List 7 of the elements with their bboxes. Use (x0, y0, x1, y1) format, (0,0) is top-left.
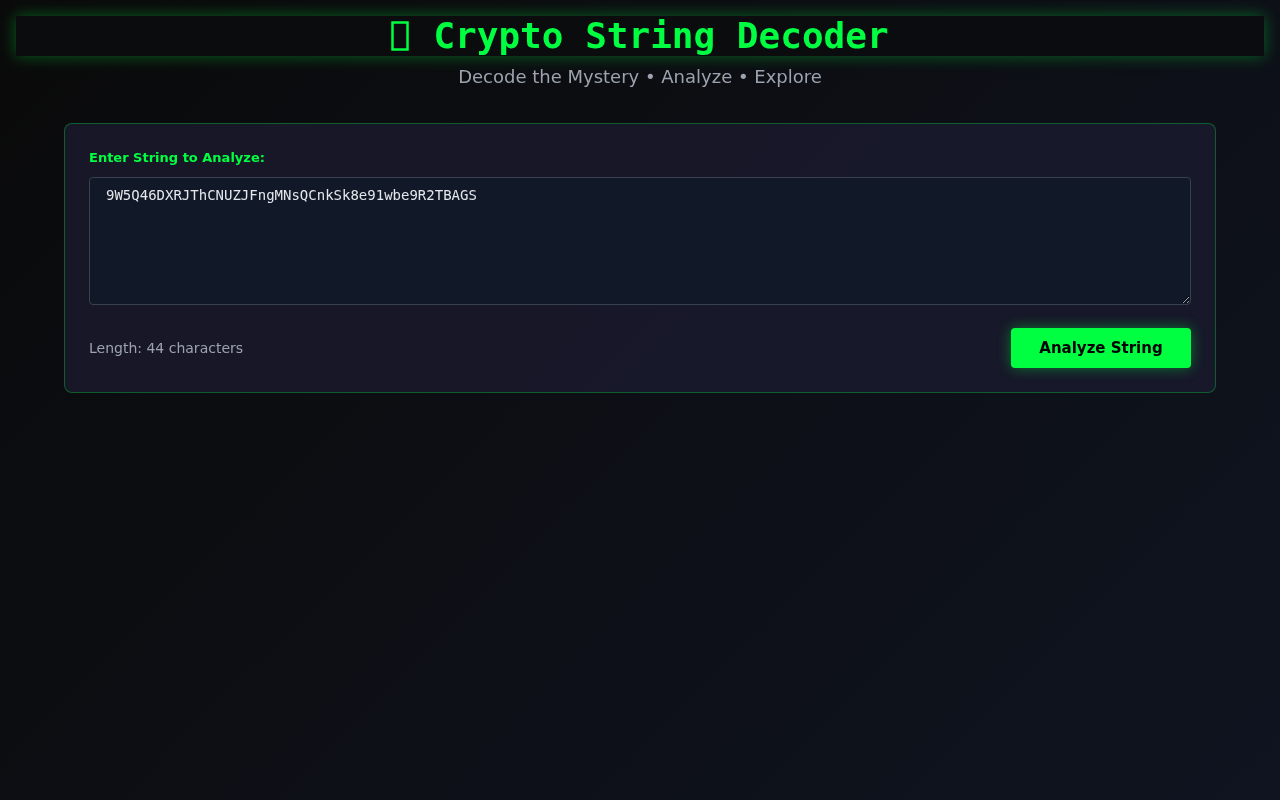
missing-glyph-icon (391, 21, 410, 51)
app-subtitle: Decode the Mystery • Analyze • Explore (457, 66, 823, 88)
string-input-field[interactable]: 9W5Q46DXRJThCNUZJFngMNsQCnkSk8e91wbe9R2TBAGS (89, 177, 1191, 305)
input-label: Enter String to Analyze: (89, 149, 266, 167)
analyze-button[interactable]: Analyze String (1011, 328, 1191, 368)
length-text: Length: 44 characters (89, 340, 244, 356)
app-title: Crypto String Decoder (433, 16, 889, 56)
